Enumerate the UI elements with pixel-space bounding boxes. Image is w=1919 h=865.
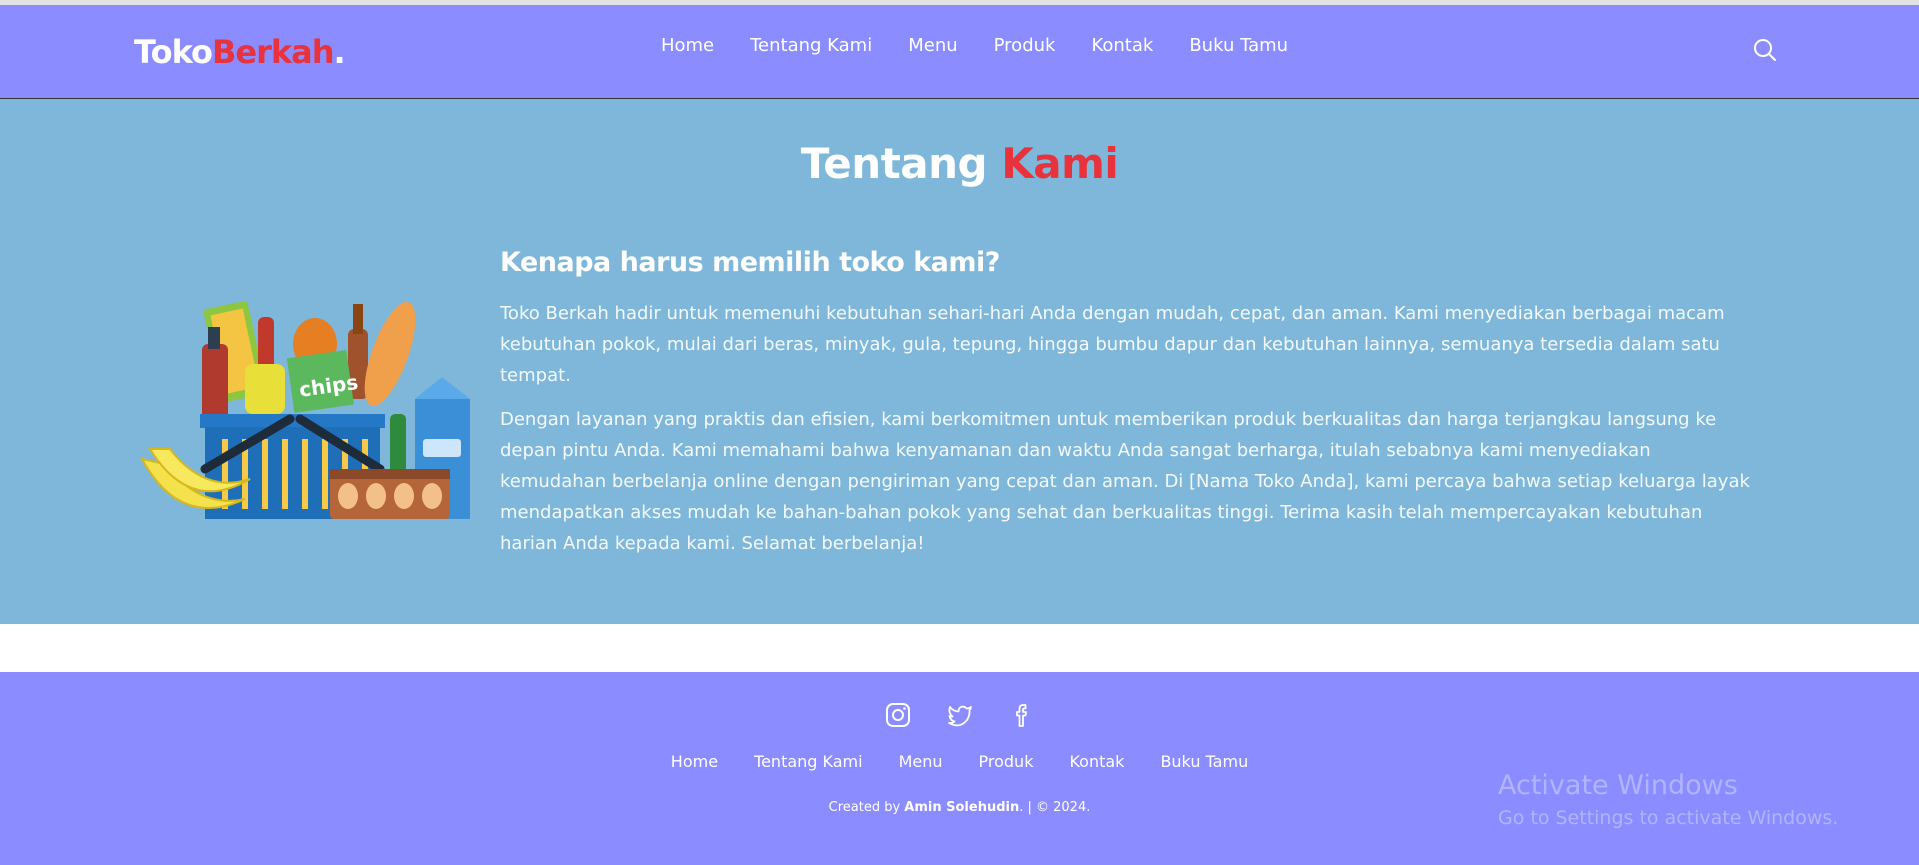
about-heading: Kenapa harus memilih toko kami? <box>500 247 1000 278</box>
footer-link-kontak[interactable]: Kontak <box>1069 752 1124 771</box>
navbar: TokoBerkah. Home Tentang Kami Menu Produ… <box>0 5 1919 99</box>
social-links <box>0 702 1919 728</box>
nav-produk[interactable]: Produk <box>994 35 1056 56</box>
nav-buku-tamu[interactable]: Buku Tamu <box>1189 35 1288 56</box>
credit-suffix: . | © 2024. <box>1019 800 1091 815</box>
about-content: Kenapa harus memilih toko kami? Toko Ber… <box>500 247 1755 559</box>
watermark-line-2: Go to Settings to activate Windows. <box>1498 807 1839 829</box>
grocery-basket-illustration: chips <box>140 299 475 524</box>
footer-link-home[interactable]: Home <box>671 752 718 771</box>
activate-windows-watermark: Activate Windows Go to Settings to activ… <box>1498 770 1838 829</box>
instagram-icon[interactable] <box>885 702 911 728</box>
footer-nav: Home Tentang Kami Menu Produk Kontak Buk… <box>0 752 1919 771</box>
nav-home[interactable]: Home <box>661 35 714 56</box>
about-paragraph-2: Dengan layanan yang praktis dan efisien,… <box>500 409 1750 554</box>
footer: Home Tentang Kami Menu Produk Kontak Buk… <box>0 672 1919 865</box>
footer-link-produk[interactable]: Produk <box>979 752 1034 771</box>
facebook-icon[interactable] <box>1009 702 1035 728</box>
main-nav: Home Tentang Kami Menu Produk Kontak Buk… <box>0 35 1919 56</box>
about-paragraph-1: Toko Berkah hadir untuk memenuhi kebutuh… <box>500 303 1725 386</box>
about-section: Tentang Kami chips Kenapa harus memilih … <box>0 99 1919 624</box>
twitter-icon[interactable] <box>947 702 973 728</box>
nav-kontak[interactable]: Kontak <box>1091 35 1153 56</box>
nav-menu[interactable]: Menu <box>908 35 957 56</box>
footer-link-buku-tamu[interactable]: Buku Tamu <box>1160 752 1248 771</box>
credit-author: Amin Solehudin <box>904 800 1020 815</box>
footer-link-tentang-kami[interactable]: Tentang Kami <box>754 752 863 771</box>
title-kami: Kami <box>1001 139 1119 188</box>
footer-link-menu[interactable]: Menu <box>899 752 943 771</box>
search-icon[interactable] <box>1752 37 1778 63</box>
credit-prefix: Created by <box>828 800 901 815</box>
title-tentang: Tentang <box>800 139 988 188</box>
section-title: Tentang Kami <box>0 139 1919 188</box>
nav-tentang-kami[interactable]: Tentang Kami <box>750 35 872 56</box>
watermark-line-1: Activate Windows <box>1498 770 1738 801</box>
